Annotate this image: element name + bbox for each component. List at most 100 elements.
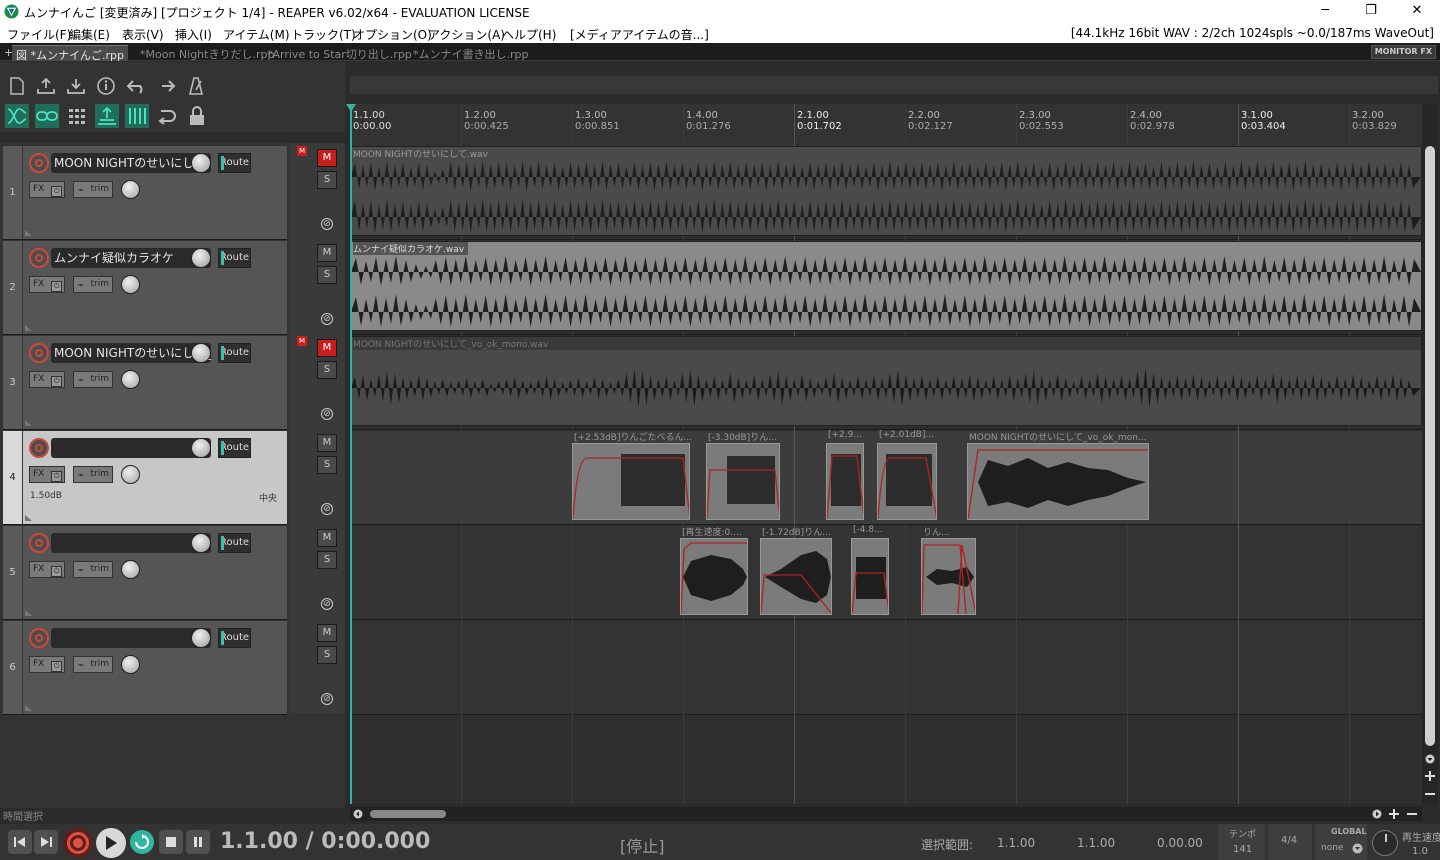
volume-knob[interactable] (191, 533, 211, 553)
pan-knob[interactable] (121, 655, 140, 674)
record-button[interactable] (63, 828, 93, 858)
media-item-track3[interactable]: MOON NIGHTのせいにして_vo_ok_mono.wav (350, 336, 1422, 426)
route-button[interactable]: Route (218, 438, 251, 458)
redo-icon[interactable] (154, 74, 178, 98)
power-icon[interactable]: ⏻ (51, 471, 63, 482)
stop-button[interactable] (159, 830, 183, 854)
trim-button[interactable]: ⌁ trim (73, 656, 113, 673)
tab-project-2[interactable]: *Moon Nightきりだし.rpp (136, 45, 278, 61)
media-item-t4-2[interactable] (706, 443, 780, 520)
track-panel[interactable]: Route FX ⏻ ⌁ trim (23, 621, 287, 714)
phase-invert-icon[interactable]: ⊘ (321, 693, 333, 705)
menu-view[interactable]: 表示(V) (122, 26, 164, 43)
fx-button[interactable]: FX ⏻ (29, 371, 65, 388)
global-automation-box[interactable]: GLOBAL none (1315, 824, 1367, 860)
track-number[interactable]: 6 (3, 621, 22, 714)
resize-grip-icon[interactable] (25, 420, 32, 426)
route-button[interactable]: Route (218, 628, 251, 648)
monitor-fx-button[interactable]: MONITOR FX (1370, 45, 1436, 59)
volume-knob[interactable] (191, 153, 211, 173)
record-arm-icon[interactable] (29, 438, 49, 458)
mute-button[interactable]: M (317, 529, 337, 547)
zoom-in-horizontal-icon[interactable] (1388, 808, 1400, 820)
play-button[interactable] (96, 828, 126, 858)
envelope-points-icon[interactable] (125, 104, 149, 128)
metronome-icon[interactable] (184, 74, 208, 98)
position-display[interactable]: 1.1.00 / 0:00.000 (220, 829, 430, 854)
vertical-scrollbar[interactable] (1422, 104, 1438, 804)
record-arm-icon[interactable] (29, 153, 49, 173)
ripple-edit-icon[interactable] (5, 104, 29, 128)
track-panel[interactable]: Route FX ⏻ ⌁ trim (23, 526, 287, 619)
zoom-in-vertical-icon[interactable] (1424, 770, 1436, 782)
media-item-t4-3[interactable] (826, 443, 864, 520)
timeline-ruler[interactable]: 1.1.00 0:00.00 1.2.00 0:00.425 1.3.00 0:00.… (350, 104, 1422, 146)
item-grouping-icon[interactable] (35, 104, 59, 128)
save-icon[interactable] (64, 74, 88, 98)
track-5[interactable]: 5 Route FX ⏻ ⌁ trim (3, 526, 287, 620)
scroll-right-icon[interactable] (1372, 809, 1382, 819)
fx-button[interactable]: FX ⏻ (29, 656, 65, 673)
mute-button[interactable]: M (317, 244, 337, 262)
route-button[interactable]: Route (218, 343, 251, 363)
playrate-knob[interactable] (1372, 830, 1398, 856)
pan-knob[interactable] (121, 560, 140, 579)
media-item-track2[interactable]: ムンナイ疑似カラオケ.wav (350, 241, 1422, 331)
media-item-t5-3[interactable] (851, 538, 889, 615)
maximize-button[interactable]: ❐ (1348, 0, 1394, 23)
volume-knob[interactable] (191, 343, 211, 363)
pan-knob[interactable] (121, 275, 140, 294)
track-name-field[interactable]: MOON NIGHTのせいにして (51, 153, 211, 173)
mute-button[interactable]: M (317, 434, 337, 452)
track-number[interactable]: 5 (3, 526, 22, 619)
route-button[interactable]: Route (218, 153, 251, 173)
tab-project-1[interactable]: 図 *ムンナイんご.rpp (12, 45, 128, 62)
solo-button[interactable]: S (317, 456, 337, 474)
trim-button[interactable]: ⌁ trim (73, 561, 113, 578)
pan-knob[interactable] (121, 180, 140, 199)
track-name-field[interactable]: ムンナイ疑似カラオケ (51, 248, 211, 268)
power-icon[interactable]: ⏻ (51, 186, 63, 197)
pause-button[interactable] (186, 830, 210, 854)
mute-button[interactable]: M (317, 149, 337, 167)
track-panel[interactable]: Route FX ⏻ ⌁ trim 1.50dB 中央 (23, 431, 287, 524)
scroll-left-icon[interactable] (353, 809, 363, 819)
track-panel[interactable]: MOON NIGHTのせいにして Route FX ⏻ ⌁ trim (23, 146, 287, 239)
go-to-end-button[interactable] (34, 830, 58, 854)
menu-actions[interactable]: アクション(A) (428, 26, 505, 43)
phase-invert-icon[interactable]: ⊘ (321, 218, 333, 230)
selection-start[interactable]: 1.1.00 (997, 836, 1035, 850)
info-icon[interactable] (94, 74, 118, 98)
pan-knob[interactable] (121, 370, 140, 389)
record-arm-icon[interactable] (29, 343, 49, 363)
resize-grip-icon[interactable] (25, 325, 32, 331)
solo-button[interactable]: S (317, 266, 337, 284)
track-name-field[interactable] (51, 628, 211, 648)
timesig-box[interactable]: 4/4 (1268, 824, 1312, 860)
auto-crossfade-icon[interactable] (95, 104, 119, 128)
selection-end[interactable]: 1.1.00 (1077, 836, 1115, 850)
close-button[interactable]: ✕ (1394, 0, 1440, 23)
undo-icon[interactable] (124, 74, 148, 98)
minimize-button[interactable]: ─ (1302, 0, 1348, 23)
volume-knob[interactable] (191, 628, 211, 648)
media-item-t5-1[interactable] (680, 538, 748, 615)
menu-media-item-context[interactable]: [メディアアイテムの音...] (570, 26, 709, 43)
track-1[interactable]: 1 MOON NIGHTのせいにして Route FX ⏻ ⌁ trim (3, 146, 287, 240)
track-name-field[interactable] (51, 438, 211, 458)
solo-button[interactable]: S (317, 646, 337, 664)
resize-grip-icon[interactable] (25, 610, 32, 616)
track-lane-6[interactable] (350, 621, 1422, 715)
fx-button[interactable]: FX ⏻ (29, 181, 65, 198)
trim-button[interactable]: ⌁ trim (73, 276, 113, 293)
trim-button[interactable]: ⌁ trim (73, 181, 113, 198)
track-number[interactable]: 4 (3, 431, 22, 524)
phase-invert-icon[interactable]: ⊘ (321, 408, 333, 420)
phase-invert-icon[interactable]: ⊘ (321, 598, 333, 610)
track-2[interactable]: 2 ムンナイ疑似カラオケ Route FX ⏻ ⌁ trim (3, 241, 287, 335)
route-button[interactable]: Route (218, 533, 251, 553)
solo-button[interactable]: S (317, 361, 337, 379)
resize-grip-icon[interactable] (25, 515, 32, 521)
new-file-icon[interactable] (5, 74, 29, 98)
pan-knob[interactable] (121, 465, 140, 484)
